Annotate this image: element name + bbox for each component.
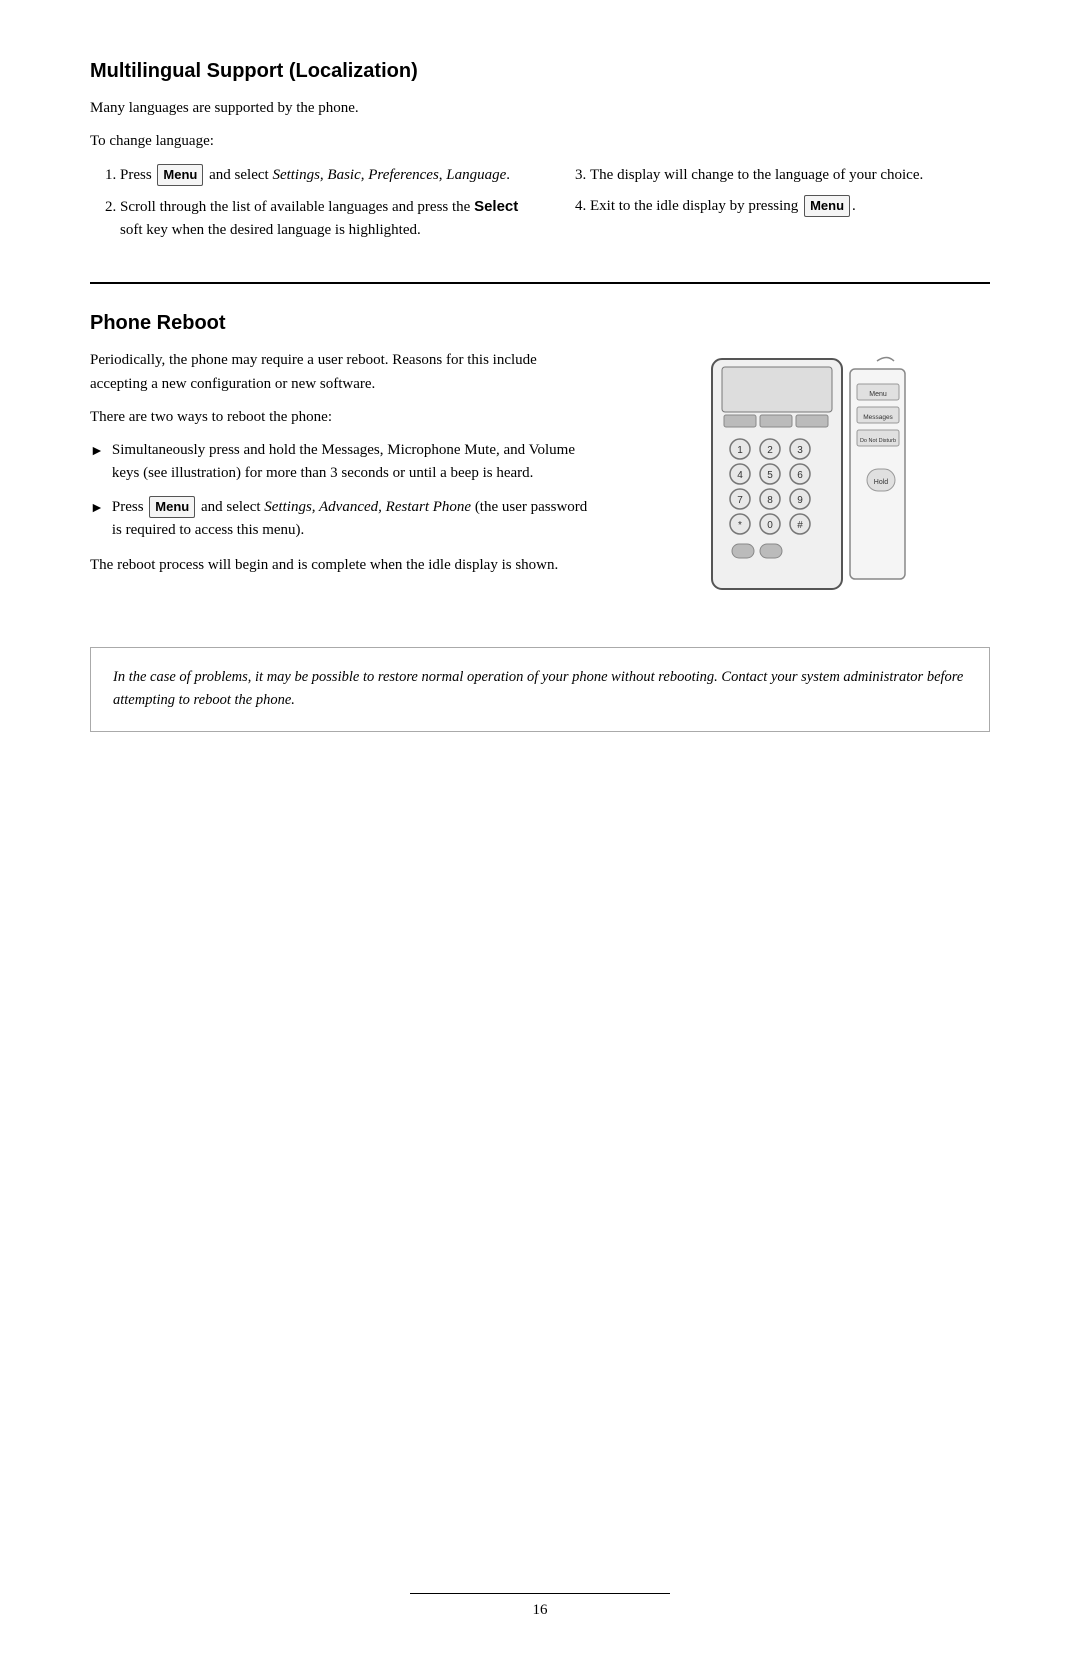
note-text: In the case of problems, it may be possi… <box>113 669 963 708</box>
section2-para1: Periodically, the phone may require a us… <box>90 349 594 396</box>
svg-text:#: # <box>797 520 803 531</box>
svg-text:1: 1 <box>737 445 743 456</box>
reboot-bullets: ► Simultaneously press and hold the Mess… <box>90 439 594 542</box>
step1-and-select: and select Settings, Basic, Preferences,… <box>209 167 510 183</box>
section2-para3: The reboot process will begin and is com… <box>90 554 594 577</box>
select-bold: Select <box>474 198 518 215</box>
section1-step4: Exit to the idle display by pressing Men… <box>590 195 990 218</box>
svg-text:Messages: Messages <box>863 414 893 421</box>
bullet1-text: Simultaneously press and hold the Messag… <box>112 439 594 486</box>
svg-text:6: 6 <box>797 470 803 481</box>
bullet2-text: Press Menu and select Settings, Advanced… <box>112 496 594 543</box>
svg-text:0: 0 <box>767 520 773 531</box>
arrow-icon-2: ► <box>90 498 104 520</box>
footer-line <box>410 1593 670 1594</box>
svg-text:2: 2 <box>767 445 773 456</box>
step1-press: Press <box>120 167 155 183</box>
section1-step3: The display will change to the language … <box>590 164 990 187</box>
section1-intro2: To change language: <box>90 130 990 153</box>
svg-text:9: 9 <box>797 495 803 506</box>
section1-steps: Press Menu and select Settings, Basic, P… <box>90 164 990 253</box>
section1-step2: Scroll through the list of available lan… <box>120 195 520 243</box>
note-box: In the case of problems, it may be possi… <box>90 647 990 731</box>
reboot-bullet2: ► Press Menu and select Settings, Advanc… <box>90 496 594 543</box>
page-number: 16 <box>533 1602 548 1619</box>
svg-text:3: 3 <box>797 445 803 456</box>
phone-illustration: 1 2 3 4 5 6 7 8 9 * 0 # <box>702 349 912 619</box>
section1-steps-right: The display will change to the language … <box>560 164 990 253</box>
step4-menu-key: Menu <box>804 195 850 217</box>
page-footer: 16 <box>0 1593 1080 1619</box>
reboot-bullet1: ► Simultaneously press and hold the Mess… <box>90 439 594 486</box>
section1-step1: Press Menu and select Settings, Basic, P… <box>120 164 520 187</box>
svg-text:Hold: Hold <box>874 479 889 486</box>
arrow-icon-1: ► <box>90 441 104 463</box>
section1-ol-right: The display will change to the language … <box>590 164 990 219</box>
phone-text-column: Periodically, the phone may require a us… <box>90 349 594 619</box>
section1-steps-left: Press Menu and select Settings, Basic, P… <box>90 164 520 253</box>
svg-text:4: 4 <box>737 470 743 481</box>
svg-text:Do Not Disturb: Do Not Disturb <box>860 438 896 444</box>
svg-text:5: 5 <box>767 470 773 481</box>
svg-text:7: 7 <box>737 495 743 506</box>
section2-para2: There are two ways to reboot the phone: <box>90 406 594 429</box>
svg-text:Menu: Menu <box>869 391 887 398</box>
step1-menu-key: Menu <box>157 164 203 186</box>
phone-illustration-column: 1 2 3 4 5 6 7 8 9 * 0 # <box>624 349 990 619</box>
svg-text:8: 8 <box>767 495 773 506</box>
section2-title: Phone Reboot <box>90 312 990 335</box>
section1-intro1: Many languages are supported by the phon… <box>90 97 990 120</box>
section1-title: Multilingual Support (Localization) <box>90 60 990 83</box>
phone-reboot-content: Periodically, the phone may require a us… <box>90 349 990 619</box>
bullet2-menu-key: Menu <box>149 496 195 518</box>
svg-text:*: * <box>738 520 742 531</box>
section1-ol-left: Press Menu and select Settings, Basic, P… <box>120 164 520 243</box>
section-divider <box>90 282 990 284</box>
